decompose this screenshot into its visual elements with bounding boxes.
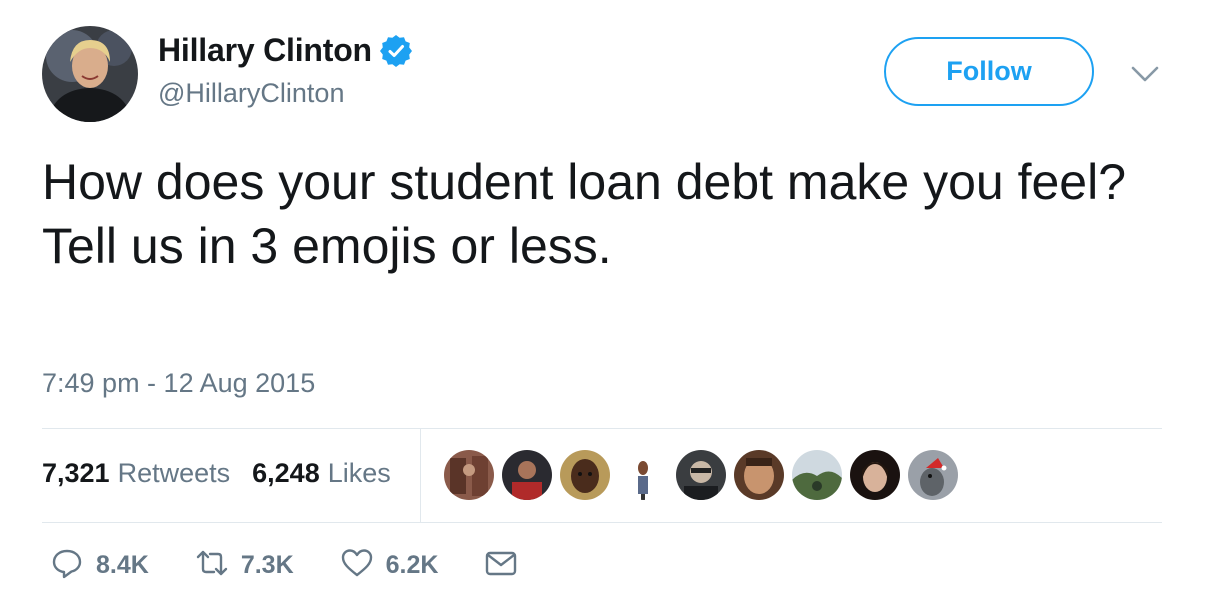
tweet-text: How does your student loan debt make you…	[42, 150, 1162, 278]
like-button[interactable]: 6.2K	[340, 546, 439, 585]
retweet-count: 7.3K	[240, 551, 294, 579]
retweet-icon	[195, 546, 229, 585]
liker-avatar[interactable]	[734, 450, 784, 500]
likes-label: Likes	[327, 458, 391, 488]
tweet-stats: 7,321 Retweets 6,248 Likes	[42, 458, 413, 489]
author-handle[interactable]: @HillaryClinton	[158, 78, 344, 109]
liker-avatar[interactable]	[676, 450, 726, 500]
tweet-actions: 8.4K 7.3K 6.2K	[50, 546, 564, 585]
author-avatar[interactable]	[42, 26, 138, 122]
retweets-count: 7,321	[42, 458, 110, 488]
retweets-stat[interactable]: 7,321 Retweets	[42, 458, 230, 489]
reply-button[interactable]: 8.4K	[50, 546, 149, 585]
divider	[42, 522, 1162, 523]
liker-avatar[interactable]	[618, 450, 668, 500]
liker-avatar[interactable]	[850, 450, 900, 500]
tweet-text-line: Tell us in 3 emojis or less.	[42, 218, 612, 274]
direct-message-button[interactable]	[484, 546, 518, 585]
retweets-label: Retweets	[117, 458, 231, 488]
vertical-divider	[420, 429, 421, 522]
liker-avatar[interactable]	[908, 450, 958, 500]
author-display-name[interactable]: Hillary Clinton	[158, 32, 372, 69]
reply-icon	[50, 546, 84, 585]
likes-count: 6,248	[252, 458, 320, 488]
divider	[42, 428, 1162, 429]
liker-avatar[interactable]	[792, 450, 842, 500]
chevron-down-icon[interactable]	[1130, 62, 1160, 86]
liker-avatar[interactable]	[444, 450, 494, 500]
envelope-icon	[484, 546, 518, 585]
liker-avatar[interactable]	[560, 450, 610, 500]
likes-stat[interactable]: 6,248 Likes	[252, 458, 391, 489]
like-count: 6.2K	[385, 551, 439, 579]
reply-count: 8.4K	[96, 551, 149, 579]
heart-icon	[340, 546, 374, 585]
tweet-timestamp[interactable]: 7:49 pm - 12 Aug 2015	[42, 368, 315, 399]
liker-avatar[interactable]	[502, 450, 552, 500]
tweet-text-line: How does your student loan debt make you…	[42, 154, 1127, 210]
likers-avatars	[444, 450, 966, 500]
verified-badge-icon	[379, 34, 412, 67]
retweet-button[interactable]: 7.3K	[195, 546, 294, 585]
follow-button[interactable]: Follow	[884, 37, 1094, 106]
